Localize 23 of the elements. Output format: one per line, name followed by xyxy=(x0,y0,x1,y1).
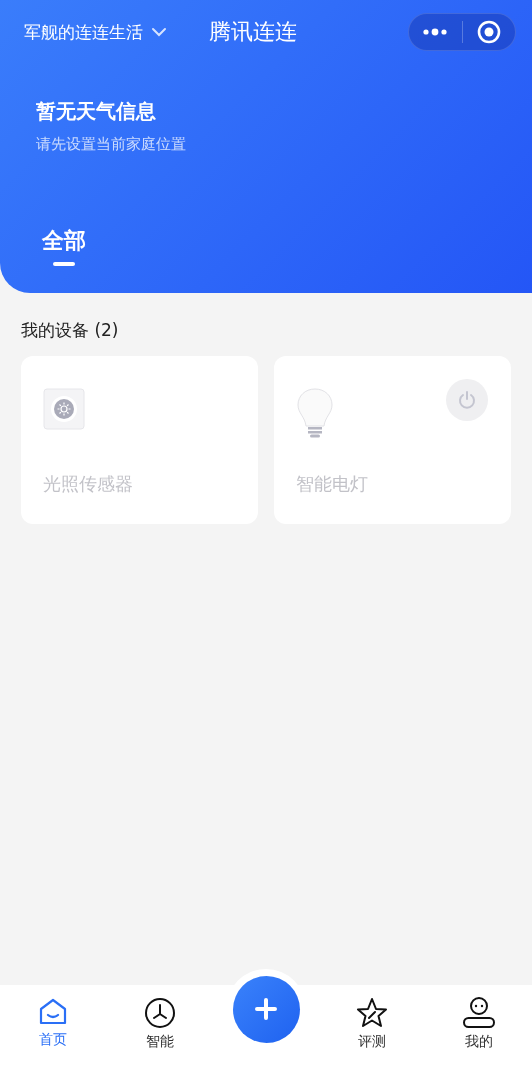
star-icon xyxy=(356,997,389,1029)
light-bulb-icon xyxy=(296,388,334,438)
device-name: 智能电灯 xyxy=(296,472,369,496)
nav-item[interactable]: 我的 xyxy=(425,985,532,1051)
nav-item[interactable]: 智能 xyxy=(106,985,213,1051)
sensor-icon xyxy=(43,388,85,430)
clock-icon xyxy=(143,997,176,1029)
nav-item[interactable]: 首页 xyxy=(0,985,107,1049)
more-icon xyxy=(422,28,449,36)
power-icon xyxy=(457,390,477,410)
target-icon xyxy=(476,20,501,44)
nav-item[interactable]: 评测 xyxy=(319,985,426,1051)
plus-icon xyxy=(255,998,277,1020)
chevron-down-icon xyxy=(151,27,167,37)
person-icon xyxy=(462,997,495,1029)
home-icon xyxy=(38,997,69,1027)
room-tab[interactable]: 全部 xyxy=(42,226,86,266)
app-title: 腾讯连连 xyxy=(209,18,297,46)
weather-title: 暂无天气信息 xyxy=(36,98,157,125)
section-title: 我的设备 (2) xyxy=(21,319,120,342)
weather-subtitle: 请先设置当前家庭位置 xyxy=(36,135,187,154)
home-selector[interactable]: 军舰的连连生活 xyxy=(24,20,167,44)
device-name: 光照传感器 xyxy=(43,472,134,496)
